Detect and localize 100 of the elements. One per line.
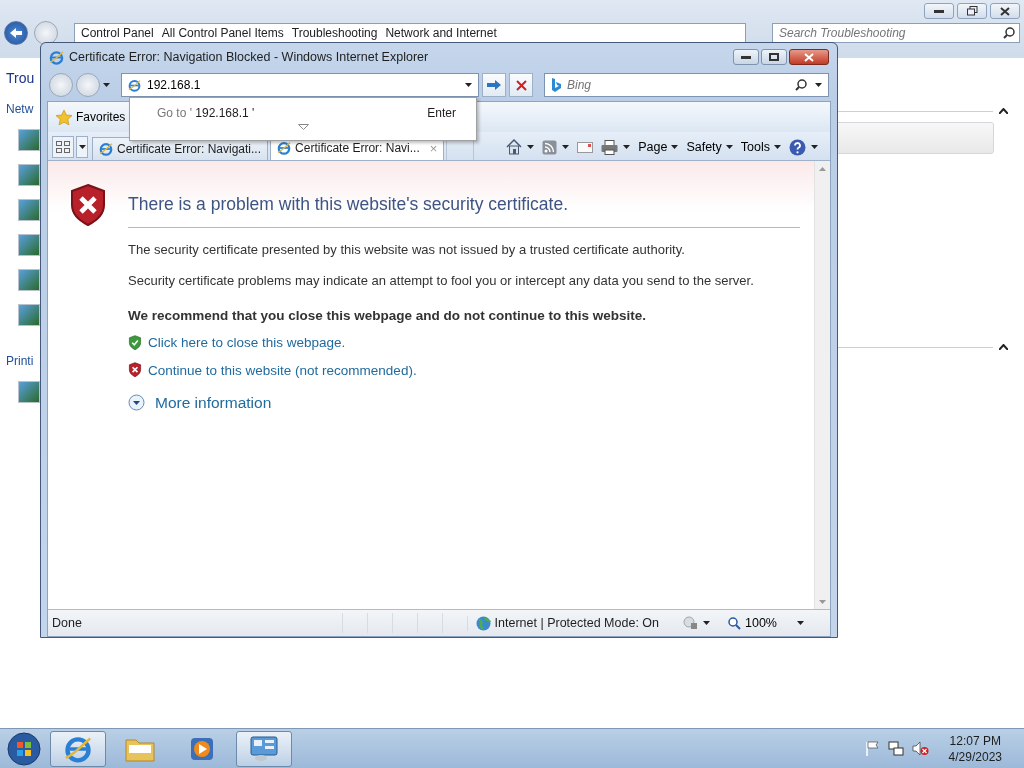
menu-button[interactable]: Tools bbox=[740, 140, 781, 154]
recent-pages-icon bbox=[103, 83, 110, 87]
search-field[interactable]: Search Troubleshooting bbox=[772, 23, 1020, 43]
more-information-link[interactable]: More information bbox=[128, 393, 800, 412]
help-button[interactable] bbox=[789, 138, 818, 156]
tab-list-button[interactable] bbox=[76, 136, 88, 158]
media-player-icon bbox=[189, 735, 215, 762]
minimize-button[interactable] bbox=[733, 49, 759, 65]
grid-icon bbox=[56, 141, 70, 153]
favorites-button[interactable]: Favorites bbox=[52, 107, 130, 127]
quick-tabs-button[interactable] bbox=[52, 136, 74, 158]
search-icon bbox=[1003, 27, 1015, 39]
mail-button[interactable] bbox=[577, 141, 594, 153]
down-arrow-icon bbox=[819, 599, 826, 604]
go-button[interactable] bbox=[482, 73, 506, 97]
window-title: Certificate Error: Navigation Blocked - Windows Internet Explorer bbox=[69, 50, 430, 64]
breadcrumb-item[interactable]: Network and Internet bbox=[385, 26, 497, 40]
taskbar-button[interactable] bbox=[50, 730, 106, 767]
feed-icon bbox=[542, 139, 558, 155]
address-field[interactable]: 192.168.1 bbox=[147, 73, 459, 97]
restore-icon bbox=[966, 6, 978, 16]
left-arrow-icon bbox=[9, 27, 23, 39]
search-field[interactable]: Bing bbox=[567, 73, 789, 97]
close-icon bbox=[804, 52, 814, 62]
error-heading: There is a problem with this website's security certificate. bbox=[128, 183, 800, 228]
suggestion-prefix: Go to ' bbox=[157, 106, 193, 120]
flag-icon[interactable] bbox=[865, 741, 880, 756]
start-button[interactable] bbox=[4, 730, 44, 767]
time-text: 12:07 PM bbox=[949, 732, 1001, 749]
muted-speaker-icon[interactable] bbox=[911, 741, 929, 756]
collapse-icon[interactable] bbox=[999, 344, 1008, 350]
control-panel-icon bbox=[249, 734, 279, 763]
breadcrumb-item[interactable]: Troubleshooting bbox=[291, 26, 378, 40]
collapse-icon[interactable] bbox=[999, 108, 1008, 114]
zoom-button[interactable]: 100% bbox=[720, 616, 830, 630]
tab-title: Certificate Error: Navigati... bbox=[117, 142, 262, 156]
b-logo-icon bbox=[551, 78, 561, 92]
shortcut-text: Enter bbox=[427, 106, 456, 120]
caret-icon bbox=[774, 145, 781, 149]
stop-button[interactable] bbox=[509, 73, 533, 97]
close-button[interactable] bbox=[789, 49, 829, 65]
menu-button[interactable]: Page bbox=[638, 140, 679, 154]
caret-icon bbox=[623, 145, 631, 149]
browser-icon bbox=[277, 141, 292, 155]
up-arrow-icon bbox=[819, 166, 826, 171]
search-icon bbox=[795, 79, 807, 91]
feeds-button[interactable] bbox=[542, 139, 570, 155]
windows-logo-icon bbox=[7, 731, 41, 766]
browser-icon bbox=[128, 78, 141, 92]
browser-icon bbox=[49, 49, 64, 65]
tab-title: Certificate Error: Navi... bbox=[295, 141, 420, 155]
zoom-icon bbox=[728, 616, 741, 630]
search-field[interactable]: Search Troubleshooting bbox=[777, 25, 1003, 41]
cross-shield-icon bbox=[128, 362, 142, 378]
close-button[interactable] bbox=[990, 3, 1020, 19]
star-icon bbox=[56, 109, 72, 125]
caret-icon bbox=[527, 145, 535, 149]
printer-icon bbox=[601, 139, 619, 155]
network-icon[interactable] bbox=[887, 741, 904, 756]
error-shield-icon bbox=[68, 183, 108, 227]
envelope-icon bbox=[577, 141, 594, 153]
clock[interactable]: 12:07 PM 4/29/2023 bbox=[948, 732, 1002, 765]
security-zone: Internet | Protected Mode: On bbox=[494, 616, 659, 630]
link[interactable]: Continue to this website (not recommended). bbox=[148, 362, 417, 378]
taskbar-button[interactable] bbox=[236, 730, 292, 767]
caret-icon bbox=[797, 621, 804, 625]
breadcrumb-item[interactable]: Control Panel bbox=[81, 26, 154, 40]
recommendation-text: We recommend that you close this webpage and do not continue to this website. bbox=[128, 308, 648, 323]
home-button[interactable] bbox=[506, 139, 535, 155]
breadcrumb-item[interactable]: All Control Panel Items bbox=[161, 26, 284, 40]
caret-icon bbox=[811, 145, 818, 149]
paragraph: Security certificate problems may indicate an attempt to fool you or intercept any data you send to the server. bbox=[128, 272, 755, 290]
globe-icon bbox=[475, 615, 491, 631]
maximize-button[interactable] bbox=[761, 49, 787, 65]
forward-button[interactable] bbox=[34, 21, 58, 45]
link[interactable]: Click here to close this webpage. bbox=[148, 335, 346, 351]
address-bar[interactable]: Control Panel All Control Panel Items Troubleshooting Network and Internet bbox=[74, 23, 746, 43]
caret-icon bbox=[703, 621, 710, 625]
date-text: 4/29/2023 bbox=[948, 748, 1002, 765]
print-button[interactable] bbox=[601, 139, 631, 155]
house-icon bbox=[506, 139, 523, 155]
caret-icon bbox=[562, 145, 570, 149]
section-link[interactable]: Netw bbox=[6, 102, 34, 116]
expand-arrow-icon[interactable] bbox=[297, 124, 309, 130]
help-icon bbox=[789, 138, 806, 156]
page-heading: Trou bbox=[6, 70, 36, 86]
menu-button[interactable]: Safety bbox=[686, 140, 733, 154]
minimize-button[interactable] bbox=[924, 3, 954, 19]
suggestion-text[interactable]: 192.168.1 ' bbox=[195, 106, 428, 120]
caret-icon bbox=[465, 83, 472, 87]
check-shield-icon bbox=[128, 335, 142, 351]
minimize-icon bbox=[934, 9, 944, 13]
maximize-icon bbox=[769, 53, 779, 61]
restore-button[interactable] bbox=[957, 3, 987, 19]
caret-icon bbox=[725, 145, 733, 149]
caret-icon bbox=[78, 145, 86, 149]
caret-icon bbox=[671, 145, 679, 149]
back-button[interactable] bbox=[4, 21, 28, 45]
section-link[interactable]: Printi bbox=[6, 354, 34, 368]
caret-icon bbox=[815, 83, 822, 87]
